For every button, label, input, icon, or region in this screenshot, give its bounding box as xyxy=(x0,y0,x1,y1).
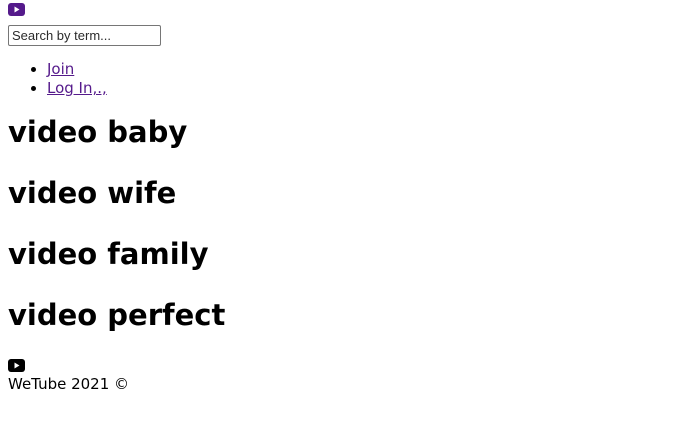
home-logo-link[interactable] xyxy=(8,3,25,16)
nav-menu: Join Log In,., xyxy=(8,60,668,98)
copyright-text: WeTube 2021 © xyxy=(8,375,130,393)
search-input[interactable] xyxy=(8,25,161,46)
video-title[interactable]: video wife xyxy=(8,176,668,210)
join-link[interactable]: Join xyxy=(47,60,74,78)
page: Join Log In,., video baby video wife vid… xyxy=(0,3,676,394)
video-title[interactable]: video baby xyxy=(8,115,668,149)
youtube-icon xyxy=(8,359,25,372)
video-list: video baby video wife video family video… xyxy=(8,115,668,332)
login-link[interactable]: Log In,., xyxy=(47,79,107,97)
search-form xyxy=(8,25,668,46)
nav-item-join: Join xyxy=(47,60,668,79)
nav-item-login: Log In,., xyxy=(47,79,668,98)
site-header: Join Log In,., xyxy=(8,3,668,98)
video-title[interactable]: video family xyxy=(8,237,668,271)
youtube-icon xyxy=(8,3,25,16)
video-title[interactable]: video perfect xyxy=(8,298,668,332)
site-footer: WeTube 2021 © xyxy=(8,359,668,394)
